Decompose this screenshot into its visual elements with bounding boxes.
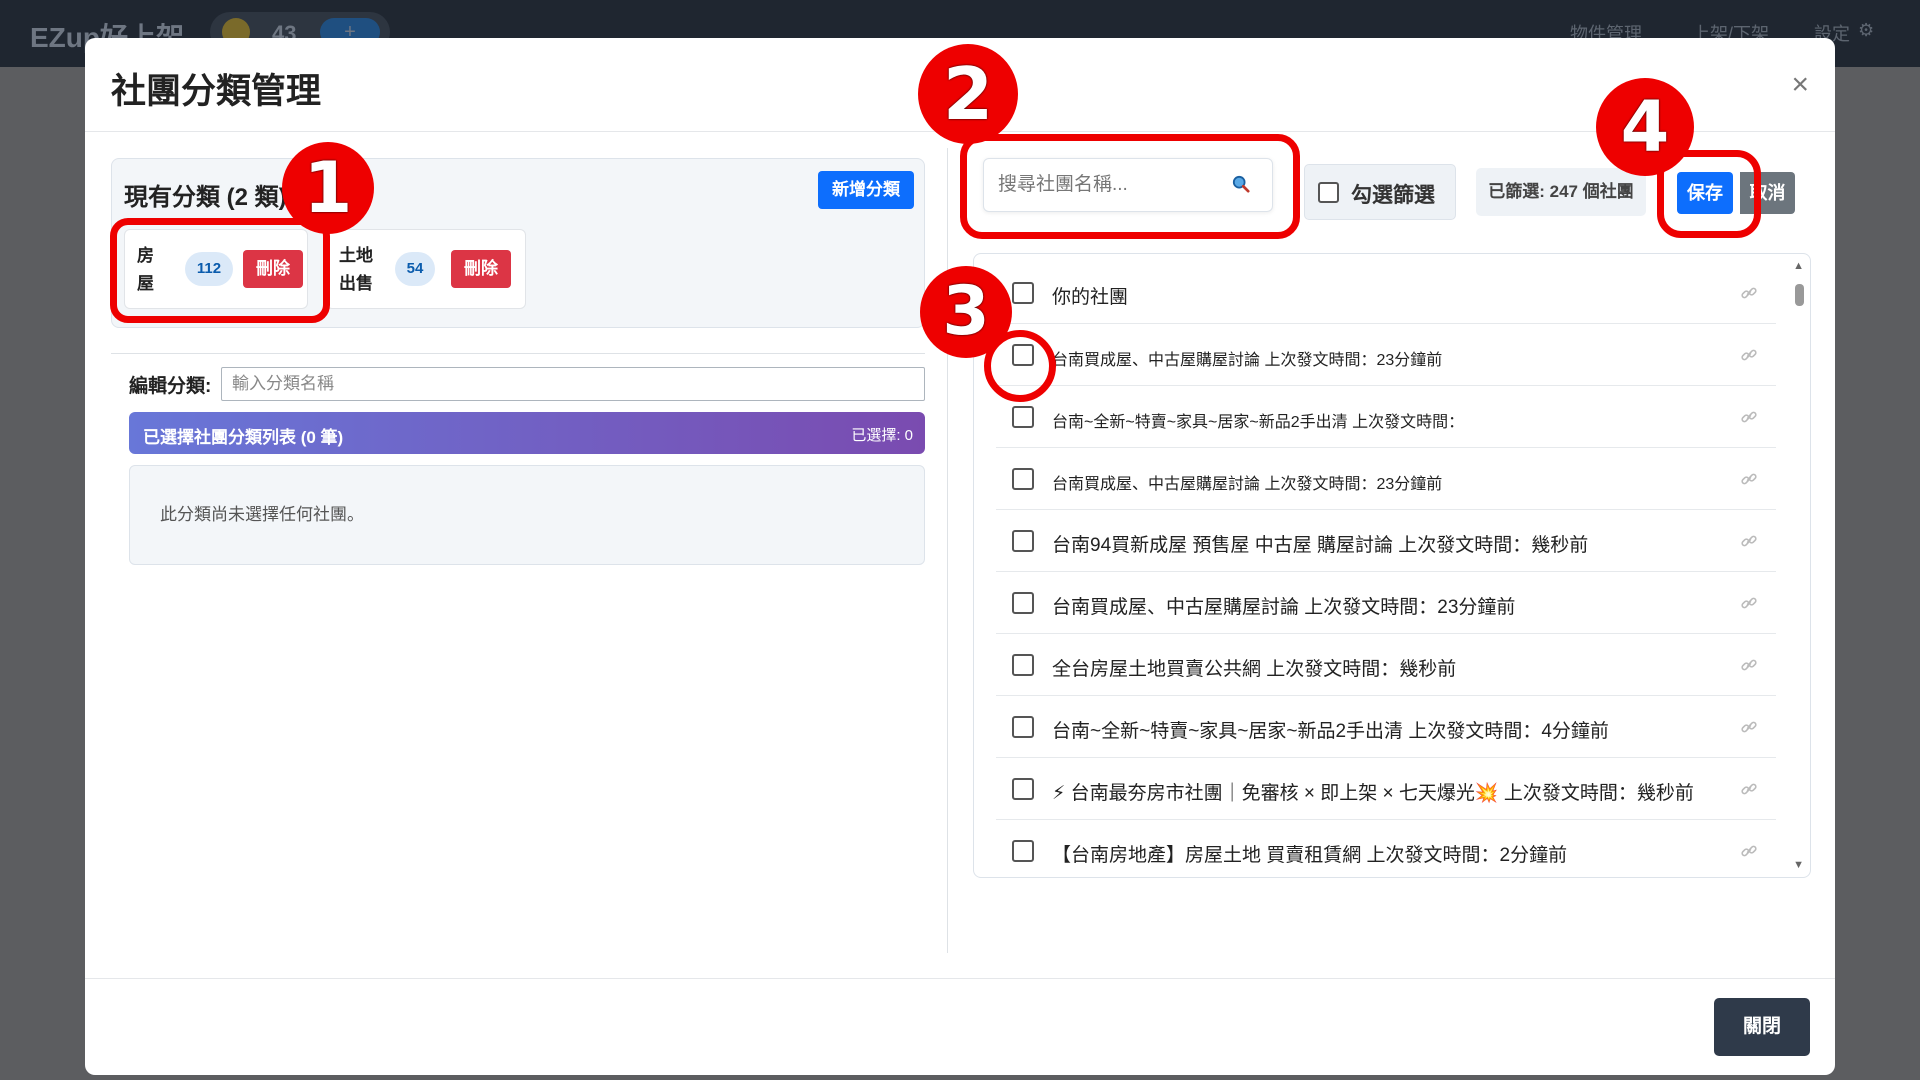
- link-icon[interactable]: [1740, 346, 1758, 364]
- annotation-badge-4: 4: [1596, 78, 1694, 176]
- selected-groups-header: 已選擇社團分類列表 (0 筆) 已選擇: 0: [129, 412, 925, 454]
- annotation-badge-2: 2: [918, 44, 1018, 144]
- group-name: ⚡ 台南最夯房市社團｜免審核 × 即上架 × 七天爆光💥 上次發文時間：幾秒前: [1052, 783, 1694, 804]
- category-name: 土地出售: [339, 246, 373, 293]
- annotation-highlight-search: [960, 134, 1300, 239]
- link-icon[interactable]: [1740, 842, 1758, 860]
- link-icon[interactable]: [1740, 656, 1758, 674]
- link-icon[interactable]: [1740, 408, 1758, 426]
- edit-category-label: 編輯分類:: [129, 376, 212, 397]
- group-name: 台南~全新~特賣~家具~居家~新品2手出清 上次發文時間：4分鐘前: [1052, 721, 1609, 742]
- group-name: 台南94買新成屋 預售屋 中古屋 購屋討論 上次發文時間：幾秒前: [1052, 535, 1589, 556]
- section-divider: [111, 353, 925, 354]
- link-icon[interactable]: [1740, 718, 1758, 736]
- group-list-item[interactable]: 台南~全新~特賣~家具~居家~新品2手出清 上次發文時間：: [996, 386, 1776, 448]
- group-name: 台南買成屋、中古屋購屋討論 上次發文時間：23分鐘前: [1052, 352, 1443, 369]
- group-checkbox[interactable]: [1012, 406, 1034, 428]
- group-list-item[interactable]: 台南94買新成屋 預售屋 中古屋 購屋討論 上次發文時間：幾秒前: [996, 510, 1776, 572]
- modal-title: 社團分類管理: [111, 72, 322, 111]
- group-name: 台南~全新~特賣~家具~居家~新品2手出清 上次發文時間：: [1052, 414, 1465, 431]
- gear-icon[interactable]: ⚙: [1858, 20, 1874, 41]
- selected-count: 已選擇: 0: [851, 427, 913, 444]
- group-checkbox[interactable]: [1012, 592, 1034, 614]
- group-list-item[interactable]: 台南買成屋、中古屋購屋討論 上次發文時間：23分鐘前: [996, 572, 1776, 634]
- group-checkbox[interactable]: [1012, 282, 1034, 304]
- group-list: 你的社團 台南買成屋、中古屋購屋討論 上次發文時間：23分鐘前 台南~全新~特賣~家…: [973, 253, 1811, 878]
- group-checkbox[interactable]: [1012, 716, 1034, 738]
- category-chip-land[interactable]: 土地出售 54 刪除: [326, 229, 526, 309]
- scroll-up-arrow[interactable]: ▲: [1793, 260, 1804, 272]
- group-checkbox[interactable]: [1012, 654, 1034, 676]
- group-checkbox[interactable]: [1012, 530, 1034, 552]
- group-list-item[interactable]: ⚡ 台南最夯房市社團｜免審核 × 即上架 × 七天爆光💥 上次發文時間：幾秒前: [996, 758, 1776, 820]
- group-name: 台南買成屋、中古屋購屋討論 上次發文時間：23分鐘前: [1052, 597, 1516, 618]
- group-name: 你的社團: [1052, 287, 1129, 308]
- link-icon[interactable]: [1740, 284, 1758, 302]
- checkbox-filter-toggle[interactable]: 勾選篩選: [1304, 164, 1456, 220]
- modal-footer: 關閉: [85, 978, 1835, 1075]
- group-checkbox[interactable]: [1012, 840, 1034, 862]
- link-icon[interactable]: [1740, 780, 1758, 798]
- category-count-badge: 54: [395, 252, 435, 286]
- group-name: 全台房屋土地買賣公共網 上次發文時間：幾秒前: [1052, 659, 1457, 680]
- filter-checkbox[interactable]: [1318, 182, 1339, 203]
- scrollbar-thumb[interactable]: [1795, 284, 1804, 306]
- link-icon[interactable]: [1740, 594, 1758, 612]
- filtered-count: 已篩選: 247 個社團: [1476, 168, 1646, 216]
- group-list-item[interactable]: 全台房屋土地買賣公共網 上次發文時間：幾秒前: [996, 634, 1776, 696]
- category-name-input[interactable]: [221, 367, 925, 401]
- selected-groups-empty: 此分類尚未選擇任何社團。: [129, 465, 925, 565]
- close-icon[interactable]: ×: [1791, 68, 1809, 102]
- group-list-item[interactable]: 【台南房地產】房屋土地 買賣租賃網 上次發文時間：2分鐘前: [996, 820, 1776, 877]
- group-list-item[interactable]: 你的社團: [996, 262, 1776, 324]
- add-category-button[interactable]: 新增分類: [818, 171, 914, 209]
- categories-header: 現有分類 (2 類): [124, 184, 287, 211]
- selected-groups-title: 已選擇社團分類列表 (0 筆): [143, 428, 344, 447]
- close-button[interactable]: 關閉: [1714, 998, 1810, 1056]
- filter-label: 勾選篩選: [1351, 184, 1435, 207]
- group-checkbox[interactable]: [1012, 468, 1034, 490]
- group-list-item[interactable]: 台南買成屋、中古屋購屋討論 上次發文時間：23分鐘前: [996, 324, 1776, 386]
- delete-category-button[interactable]: 刪除: [451, 250, 511, 288]
- link-icon[interactable]: [1740, 470, 1758, 488]
- annotation-highlight-category: [110, 218, 330, 323]
- annotation-badge-3: 3: [920, 266, 1012, 358]
- empty-message: 此分類尚未選擇任何社團。: [160, 505, 364, 524]
- scroll-down-arrow[interactable]: ▼: [1793, 859, 1804, 871]
- group-name: 台南買成屋、中古屋購屋討論 上次發文時間：23分鐘前: [1052, 476, 1443, 493]
- annotation-badge-1: 1: [282, 142, 374, 234]
- group-list-item[interactable]: 台南買成屋、中古屋購屋討論 上次發文時間：23分鐘前: [996, 448, 1776, 510]
- group-checkbox[interactable]: [1012, 778, 1034, 800]
- group-list-item[interactable]: 台南~全新~特賣~家具~居家~新品2手出清 上次發文時間：4分鐘前: [996, 696, 1776, 758]
- group-name: 【台南房地產】房屋土地 買賣租賃網 上次發文時間：2分鐘前: [1052, 845, 1568, 866]
- link-icon[interactable]: [1740, 532, 1758, 550]
